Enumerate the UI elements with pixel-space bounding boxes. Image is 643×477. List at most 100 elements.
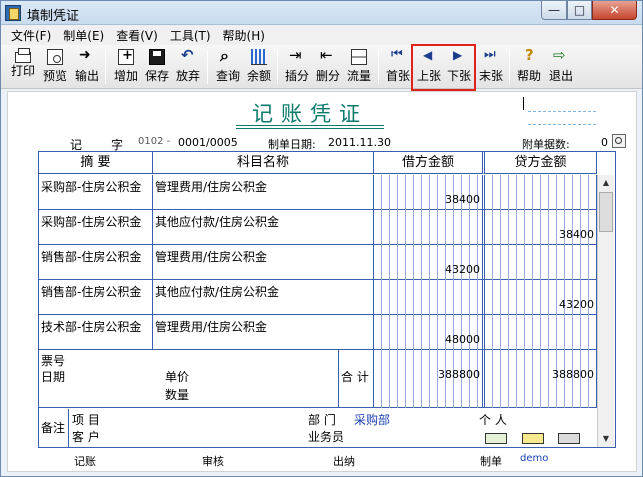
- vertical-scrollbar[interactable]: ▲ ▼: [597, 175, 614, 447]
- remark-label: 备注: [39, 409, 69, 447]
- first-page-icon: [390, 47, 406, 65]
- exit-button[interactable]: 退出: [547, 46, 575, 86]
- save-icon: [149, 49, 165, 65]
- balance-chart-icon: [251, 49, 267, 65]
- col-credit-header: 贷方金额: [485, 152, 597, 174]
- dept-value[interactable]: 采购部: [354, 411, 390, 428]
- dept-label: 部 门: [308, 413, 336, 427]
- preview-button[interactable]: 预览: [41, 48, 69, 86]
- binoculars-icon: [220, 46, 236, 66]
- scroll-up-icon[interactable]: ▲: [598, 175, 614, 191]
- credit-cell[interactable]: [485, 175, 597, 210]
- menu-voucher[interactable]: 制单(E): [57, 27, 110, 44]
- toolbar-separator: [277, 50, 278, 84]
- debit-cell[interactable]: 43200: [374, 245, 485, 280]
- debit-cell[interactable]: [374, 280, 485, 315]
- add-icon: [118, 48, 134, 65]
- debit-cell[interactable]: [374, 210, 485, 245]
- last-voucher-button[interactable]: 末张: [477, 47, 505, 86]
- toolbar: 打印 预览 输出 增加 保存 放弃 查询 余额 插分 删分 流量 首张 上张 下…: [1, 45, 642, 89]
- total-credit-cell: 388800: [485, 350, 597, 408]
- bookkeeper-label: 记账: [74, 455, 96, 468]
- query-button[interactable]: 查询: [214, 46, 242, 86]
- summary-cell[interactable]: 采购部-住房公积金: [39, 210, 153, 245]
- credit-amount: 43200: [559, 298, 594, 311]
- table-row[interactable]: 销售部-住房公积金 其他应付款/住房公积金 43200: [39, 280, 597, 315]
- window-title: 填制凭证: [27, 9, 80, 24]
- table-row[interactable]: 采购部-住房公积金 其他应付款/住房公积金 38400: [39, 210, 597, 245]
- save-button[interactable]: 保存: [143, 48, 171, 86]
- title-underline: [236, 125, 384, 126]
- cashflow-icon: [351, 49, 367, 65]
- add-button[interactable]: 增加: [112, 48, 140, 86]
- debit-amount: 48000: [445, 333, 480, 346]
- scroll-down-icon[interactable]: ▼: [598, 431, 614, 447]
- toolbar-separator: [509, 50, 510, 84]
- menu-help[interactable]: 帮助(H): [217, 27, 271, 44]
- delete-row-icon: [320, 46, 336, 65]
- print-button[interactable]: 打印: [9, 48, 37, 86]
- text-cursor: [523, 97, 524, 110]
- minimize-button[interactable]: —: [541, 1, 567, 20]
- preview-icon: [47, 49, 63, 65]
- debit-amount: 43200: [445, 263, 480, 276]
- summary-cell[interactable]: 销售部-住房公积金: [39, 280, 153, 315]
- cashflow-button[interactable]: 流量: [345, 48, 373, 86]
- quantity-label: 数量: [165, 388, 190, 402]
- table-row[interactable]: 销售部-住房公积金 管理费用/住房公积金 43200: [39, 245, 597, 280]
- card-icon[interactable]: [558, 433, 580, 444]
- toolbar-separator: [378, 50, 379, 84]
- attach-count[interactable]: 0: [601, 136, 608, 149]
- dashed-line: [528, 124, 596, 125]
- total-debit-cell: 388800: [374, 350, 485, 408]
- table-row[interactable]: 技术部-住房公积金 管理费用/住房公积金 48000: [39, 315, 597, 350]
- credit-cell[interactable]: [485, 315, 597, 350]
- account-cell[interactable]: 管理费用/住房公积金: [153, 315, 374, 350]
- menu-tools[interactable]: 工具(T): [164, 27, 217, 44]
- prev-next-highlight: [411, 44, 476, 91]
- debit-cell[interactable]: 38400: [374, 175, 485, 210]
- account-cell[interactable]: 其他应付款/住房公积金: [153, 210, 374, 245]
- balance-button[interactable]: 余额: [245, 48, 273, 86]
- table-row[interactable]: 采购部-住房公积金 管理费用/住房公积金 38400: [39, 175, 597, 210]
- first-voucher-button[interactable]: 首张: [384, 47, 412, 86]
- maker-label: 制单: [480, 455, 502, 468]
- menu-file[interactable]: 文件(F): [5, 27, 57, 44]
- summary-cell[interactable]: 销售部-住房公积金: [39, 245, 153, 280]
- credit-cell[interactable]: [485, 245, 597, 280]
- help-button[interactable]: 帮助: [515, 46, 543, 86]
- undo-icon: [180, 46, 196, 65]
- export-icon: [79, 47, 95, 65]
- bill-no-label: 票号: [41, 354, 66, 368]
- summary-cell[interactable]: 采购部-住房公积金: [39, 175, 153, 210]
- total-label: 合 计: [339, 350, 374, 408]
- card-icon[interactable]: [485, 433, 507, 444]
- search-icon[interactable]: [612, 134, 626, 148]
- maximize-button[interactable]: □: [567, 1, 592, 20]
- scroll-thumb[interactable]: [599, 192, 613, 232]
- close-button[interactable]: ✕: [592, 1, 637, 20]
- menu-bar: 文件(F) 制单(E) 查看(V) 工具(T) 帮助(H): [1, 26, 642, 45]
- credit-cell[interactable]: 43200: [485, 280, 597, 315]
- voucher-number[interactable]: 0001/0005: [178, 136, 238, 149]
- account-cell[interactable]: 其他应付款/住房公积金: [153, 280, 374, 315]
- exit-icon: [553, 46, 569, 65]
- last-page-icon: [483, 47, 499, 65]
- project-label: 项 目: [72, 413, 100, 427]
- card-icon[interactable]: [522, 433, 544, 444]
- account-cell[interactable]: 管理费用/住房公积金: [153, 245, 374, 280]
- menu-view[interactable]: 查看(V): [110, 27, 164, 44]
- credit-cell[interactable]: 38400: [485, 210, 597, 245]
- dashed-line: [528, 111, 596, 112]
- summary-cell[interactable]: 技术部-住房公积金: [39, 315, 153, 350]
- export-button[interactable]: 输出: [73, 47, 101, 86]
- voucher-date[interactable]: 2011.11.30: [328, 136, 391, 149]
- person-label: 个 人: [479, 413, 507, 427]
- discard-button[interactable]: 放弃: [174, 46, 202, 86]
- totals-row: 票号 日期 单价 数量 合 计 388800 388800: [39, 350, 597, 408]
- delete-row-button[interactable]: 删分: [314, 46, 342, 86]
- customer-label: 客 户: [72, 430, 100, 444]
- insert-row-button[interactable]: 插分: [283, 46, 311, 86]
- debit-cell[interactable]: 48000: [374, 315, 485, 350]
- account-cell[interactable]: 管理费用/住房公积金: [153, 175, 374, 210]
